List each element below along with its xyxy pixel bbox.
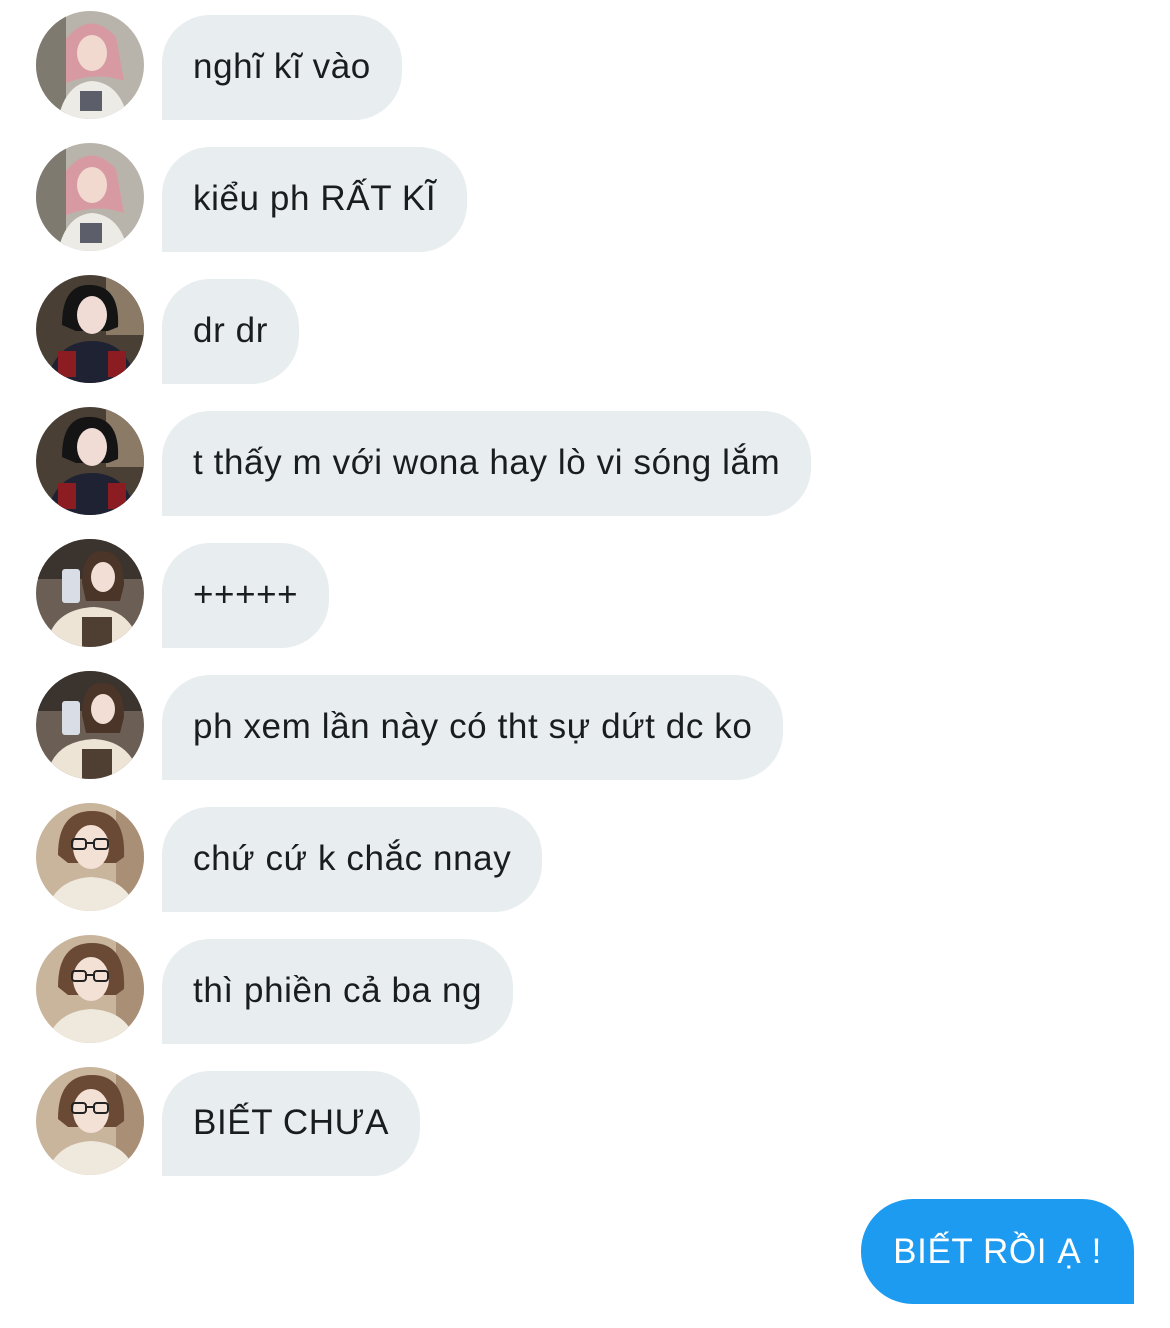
avatar-black-bob[interactable] <box>36 275 144 383</box>
message-row: kiểu ph RẤT KĨ <box>36 143 468 252</box>
message-row: t thấy m với wona hay lò vi sóng lắm <box>36 407 812 516</box>
outgoing-message-bubble: BIẾT RỒI Ạ ! <box>861 1199 1134 1304</box>
avatar-pink-hair[interactable] <box>36 11 144 119</box>
message-bubble: nghĩ kĩ vào <box>162 14 402 120</box>
message-bubble: +++++ <box>162 542 330 648</box>
message-row: thì phiền cả ba ng <box>36 935 514 1044</box>
message-row: ph xem lần này có tht sự dứt dc ko <box>36 671 784 780</box>
message-bubble: BIẾT CHƯA <box>162 1070 421 1176</box>
message-bubble: t thấy m với wona hay lò vi sóng lắm <box>162 410 812 516</box>
message-bubble: dr dr <box>162 278 299 384</box>
message-bubble: ph xem lần này có tht sự dứt dc ko <box>162 674 784 780</box>
message-bubble: thì phiền cả ba ng <box>162 938 514 1044</box>
avatar-glasses[interactable] <box>36 803 144 911</box>
message-bubble: kiểu ph RẤT KĨ <box>162 146 468 252</box>
message-row: nghĩ kĩ vào <box>36 11 402 120</box>
message-row: chứ cứ k chắc nnay <box>36 803 543 912</box>
chat-thread: nghĩ kĩ vào kiểu ph RẤT KĨ dr dr t thấy … <box>0 0 1170 1328</box>
message-row: +++++ <box>36 539 330 648</box>
outgoing-message-row: BIẾT RỒI Ạ ! <box>861 1199 1134 1304</box>
avatar-pink-hair[interactable] <box>36 143 144 251</box>
avatar-glasses[interactable] <box>36 1067 144 1175</box>
avatar-glasses[interactable] <box>36 935 144 1043</box>
avatar-mirror-selfie[interactable] <box>36 539 144 647</box>
message-row: dr dr <box>36 275 299 384</box>
message-bubble: chứ cứ k chắc nnay <box>162 806 543 912</box>
message-row: BIẾT CHƯA <box>36 1067 421 1176</box>
avatar-mirror-selfie[interactable] <box>36 671 144 779</box>
avatar-black-bob[interactable] <box>36 407 144 515</box>
